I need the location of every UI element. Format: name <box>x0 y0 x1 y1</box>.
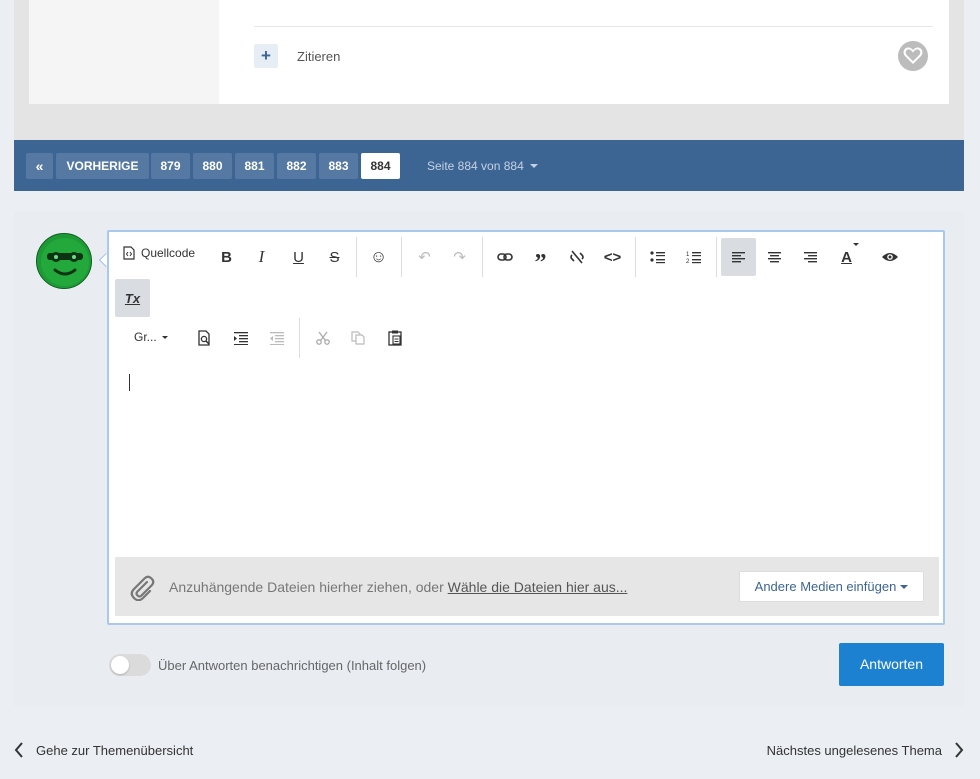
previous-page-button[interactable]: VORHERIGE <box>56 153 149 179</box>
copy-icon <box>350 331 365 345</box>
pagination-bar: « VORHERIGE 879 880 881 882 883 884 Seit… <box>14 140 964 191</box>
submit-reply-button[interactable]: Antworten <box>839 643 944 686</box>
cut-button[interactable] <box>305 319 340 357</box>
post-divider <box>254 26 933 27</box>
align-left-icon <box>731 252 745 263</box>
remove-format-button[interactable]: Tx <box>115 279 150 317</box>
toolbar-separator <box>299 318 300 358</box>
indent-icon <box>233 332 248 345</box>
page-jump-dropdown[interactable]: Seite 884 von 884 <box>427 159 538 173</box>
reaction-button[interactable] <box>898 41 928 71</box>
align-right-icon <box>803 252 817 263</box>
align-center-button[interactable] <box>757 238 792 276</box>
chevron-left-icon <box>14 742 23 758</box>
source-button-label: Quellcode <box>141 246 196 260</box>
strikethrough-button[interactable]: S <box>317 238 352 276</box>
page-info-label: Seite 884 von 884 <box>427 159 524 173</box>
next-unread-topic-label: Nächstes ungelesenes Thema <box>766 742 942 758</box>
quote-button[interactable]: Zitieren <box>297 49 340 64</box>
paperclip-icon <box>130 575 155 601</box>
link-button[interactable] <box>487 238 522 276</box>
back-to-topics-link[interactable]: Gehe zur Themenübersicht <box>14 742 193 758</box>
outdent-icon <box>269 332 284 345</box>
format-dropdown[interactable]: Gr... <box>134 330 168 344</box>
outdent-button[interactable] <box>259 319 294 357</box>
bulleted-list-button[interactable] <box>640 238 675 276</box>
bulleted-list-icon <box>649 251 665 264</box>
numbered-list-button[interactable]: 1 2 <box>676 238 711 276</box>
attachment-drag-text: Anzuhängende Dateien hierher ziehen, ode… <box>169 579 448 595</box>
post-card: + Zitieren <box>14 0 964 140</box>
copy-button[interactable] <box>340 319 375 357</box>
emoji-button[interactable]: ☺ <box>361 238 396 276</box>
unlink-icon <box>569 250 584 264</box>
page-link-882[interactable]: 882 <box>277 153 316 179</box>
italic-button[interactable]: I <box>244 238 279 276</box>
attachment-instructions: Anzuhängende Dateien hierher ziehen, ode… <box>169 579 627 595</box>
caret-down-icon <box>853 243 859 246</box>
align-center-icon <box>767 252 781 263</box>
unlink-button[interactable] <box>559 238 594 276</box>
scissors-icon <box>315 331 330 345</box>
redo-button[interactable]: ↷ <box>442 238 477 276</box>
text-color-icon: A <box>841 248 852 266</box>
numbered-list-icon: 1 2 <box>686 252 701 264</box>
caret-down-icon <box>900 585 909 589</box>
rich-text-editor[interactable]: Quellcode B I U S ☺ ↶ ↷ ” <> 1 2 A Tx Gr… <box>107 230 945 625</box>
next-unread-topic-link[interactable]: Nächstes ungelesenes Thema <box>767 742 964 758</box>
follow-label: Über Antworten benachrichtigen (Inhalt f… <box>158 658 427 673</box>
page-link-879[interactable]: 879 <box>151 153 190 179</box>
toolbar-separator <box>635 237 636 277</box>
toolbar-separator <box>401 237 402 277</box>
post-author-column <box>29 0 219 104</box>
follow-toggle[interactable] <box>109 654 151 676</box>
caret-down-icon <box>529 164 538 168</box>
clipboard-icon <box>387 330 402 346</box>
svg-text:2: 2 <box>686 259 690 264</box>
quote-button[interactable]: ” <box>523 238 558 276</box>
text-color-button[interactable]: A <box>829 238 864 276</box>
indent-button[interactable] <box>223 319 258 357</box>
page-link-current[interactable]: 884 <box>361 153 400 179</box>
find-document-icon <box>197 330 210 346</box>
page-link-880[interactable]: 880 <box>193 153 232 179</box>
toolbar-separator <box>716 237 717 277</box>
format-dropdown-label: Gr... <box>134 330 157 344</box>
multiquote-add-button[interactable]: + <box>254 44 278 68</box>
caret-down-icon <box>161 336 168 339</box>
remove-format-icon: Tx <box>124 290 141 306</box>
eye-icon <box>881 253 898 261</box>
attachment-dropzone[interactable]: Anzuhängende Dateien hierher ziehen, ode… <box>115 557 939 616</box>
align-right-button[interactable] <box>793 238 828 276</box>
link-icon <box>496 253 513 261</box>
avatar-face-icon <box>37 234 91 288</box>
svg-text:1: 1 <box>686 252 690 258</box>
bold-button[interactable]: B <box>209 238 244 276</box>
source-button[interactable]: Quellcode <box>123 246 195 260</box>
post-body: + Zitieren <box>219 0 949 104</box>
insert-media-button[interactable]: Andere Medien einfügen <box>739 571 924 602</box>
source-code-icon <box>123 246 135 260</box>
toolbar-separator <box>482 237 483 277</box>
avatar <box>36 233 92 289</box>
text-cursor <box>129 374 130 391</box>
paste-button[interactable] <box>377 319 412 357</box>
toggle-knob <box>111 656 129 674</box>
first-page-button[interactable]: « <box>26 153 53 179</box>
page-link-883[interactable]: 883 <box>319 153 358 179</box>
find-replace-button[interactable] <box>187 319 222 357</box>
heart-icon <box>903 47 923 64</box>
page-link-881[interactable]: 881 <box>235 153 274 179</box>
underline-button[interactable]: U <box>281 238 316 276</box>
quote-icon: ” <box>534 249 547 276</box>
align-left-button[interactable] <box>721 238 756 276</box>
choose-files-link[interactable]: Wähle die Dateien hier aus... <box>448 579 628 595</box>
undo-button[interactable]: ↶ <box>407 238 442 276</box>
preview-button[interactable] <box>872 238 907 276</box>
toolbar-separator <box>356 237 357 277</box>
code-button[interactable]: <> <box>595 238 630 276</box>
back-to-topics-label: Gehe zur Themenübersicht <box>36 742 194 758</box>
insert-media-label: Andere Medien einfügen <box>754 579 897 594</box>
chevron-right-icon <box>955 742 964 758</box>
